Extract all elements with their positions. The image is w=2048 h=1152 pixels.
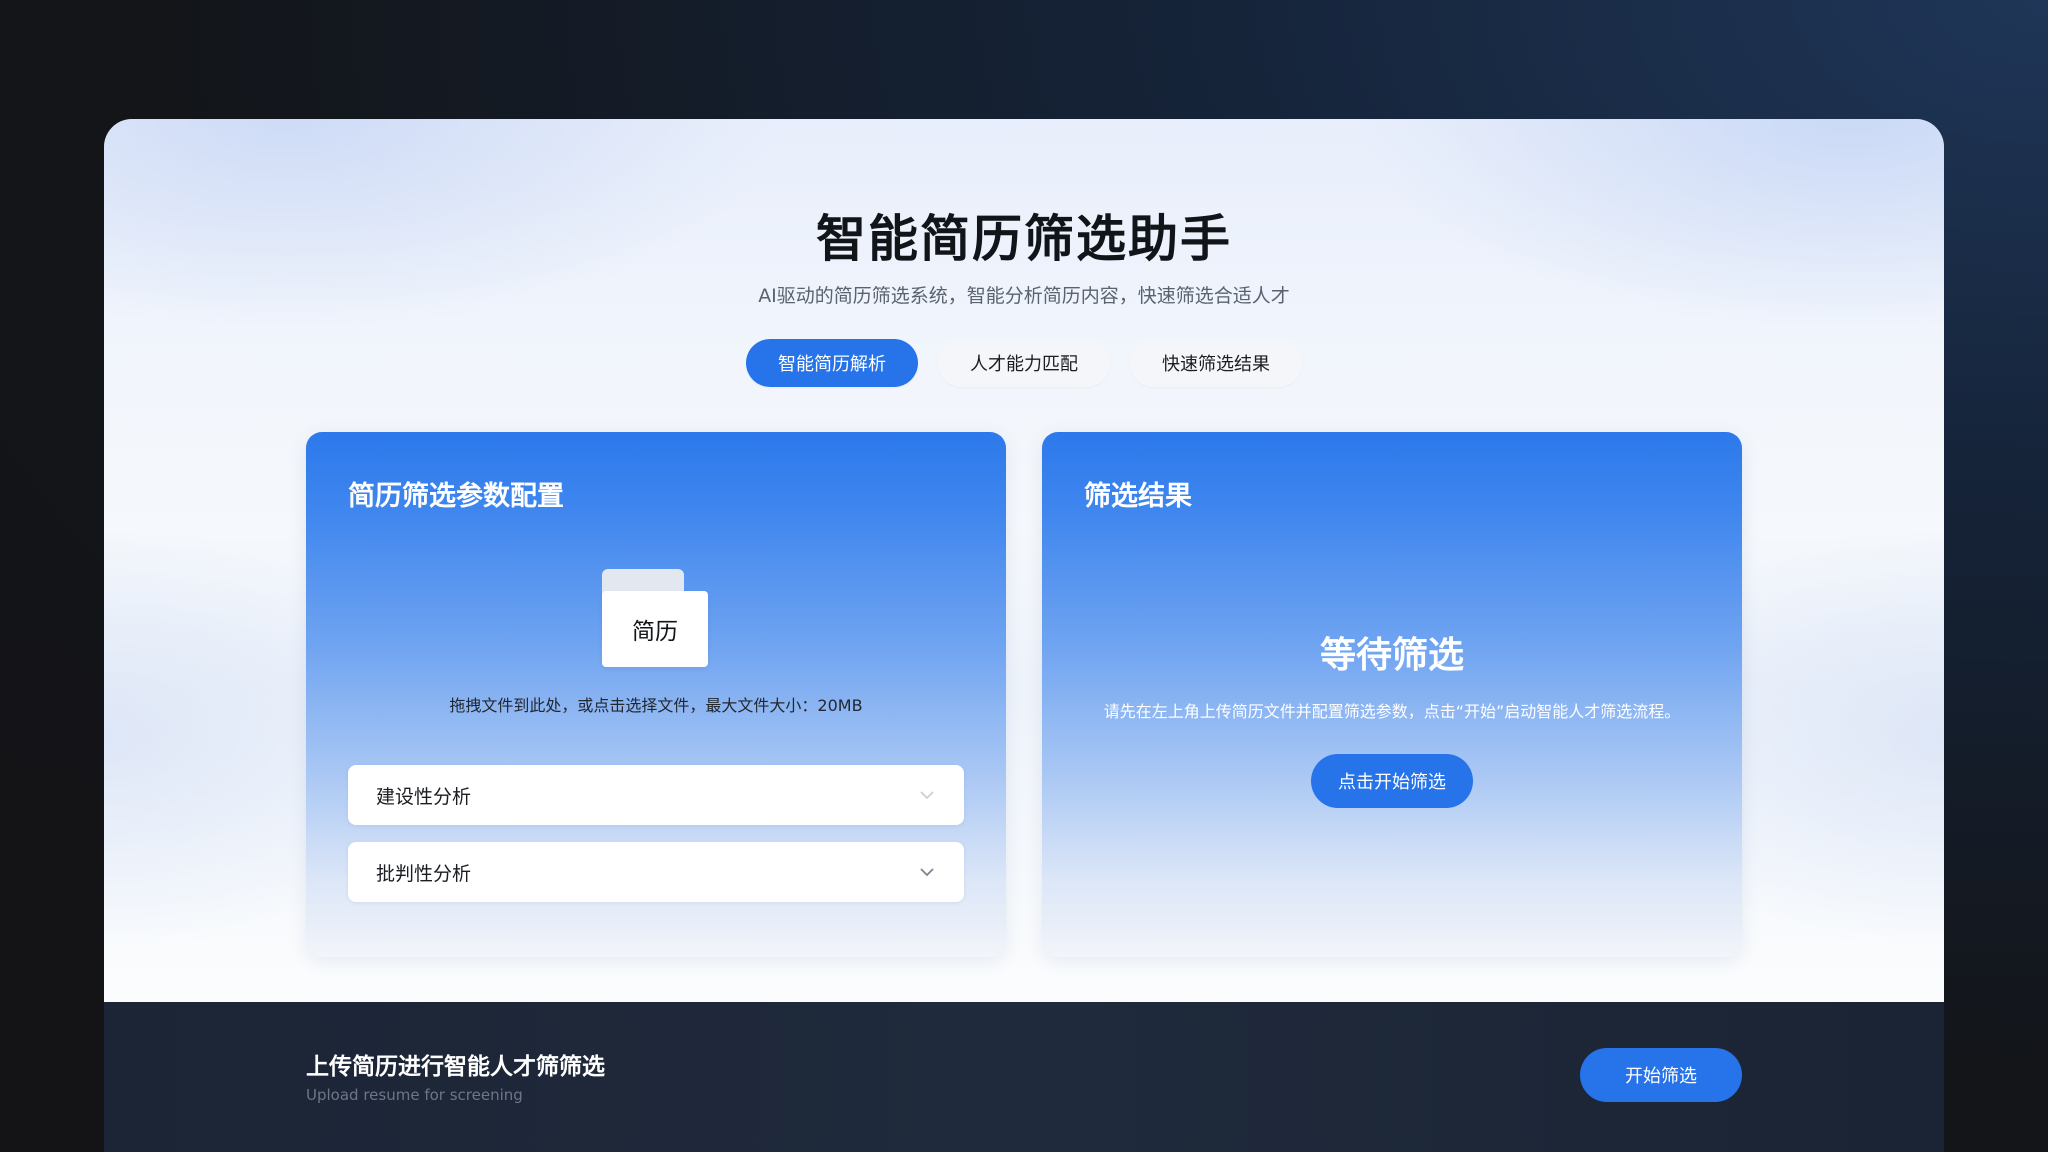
analysis-select-constructive[interactable]: 建设性分析 — [348, 765, 964, 825]
tab-quick-results[interactable]: 快速筛选结果 — [1130, 339, 1302, 387]
resume-file-icon[interactable]: 简历 — [602, 569, 708, 667]
result-panel-title: 筛选结果 — [1084, 481, 1192, 512]
result-panel: 筛选结果 等待筛选 请先在左上角上传简历文件并配置筛选参数，点击“开始”启动智能… — [1042, 432, 1742, 957]
config-panel: 简历筛选参数配置 简历 拖拽文件到此处，或点击选择文件，最大文件大小：20MB … — [306, 432, 1006, 957]
chevron-down-icon — [920, 791, 934, 800]
file-icon-label: 简历 — [602, 591, 708, 667]
chevron-down-icon — [920, 868, 934, 877]
start-screening-inline-button[interactable]: 点击开始筛选 — [1311, 754, 1473, 808]
page-subtitle: AI驱动的简历筛选系统，智能分析简历内容，快速筛选合适人才 — [758, 285, 1290, 307]
select-value: 建设性分析 — [376, 785, 472, 808]
footer-title: 上传简历进行智能人才筛筛选 — [306, 1054, 605, 1080]
tab-resume-parsing[interactable]: 智能简历解析 — [746, 339, 918, 387]
feature-tabs: 智能简历解析 人才能力匹配 快速筛选结果 — [104, 339, 1944, 387]
upload-drop-hint[interactable]: 拖拽文件到此处，或点击选择文件，最大文件大小：20MB — [306, 692, 1006, 716]
tab-talent-matching[interactable]: 人才能力匹配 — [938, 339, 1110, 387]
result-status: 等待筛选 — [1319, 635, 1464, 676]
config-panel-title: 简历筛选参数配置 — [348, 481, 564, 512]
page-title: 智能简历筛选助手 — [816, 210, 1232, 268]
select-value: 批判性分析 — [376, 862, 472, 885]
result-description: 请先在左上角上传简历文件并配置筛选参数，点击“开始”启动智能人才筛选流程。 — [1103, 702, 1681, 721]
footer-subtitle: Upload resume for screening — [306, 1086, 523, 1104]
footer-bar: 上传简历进行智能人才筛筛选 Upload resume for screenin… — [104, 1002, 1944, 1152]
analysis-select-critical[interactable]: 批判性分析 — [348, 842, 964, 902]
app-window: 智能简历筛选助手 AI驱动的简历筛选系统，智能分析简历内容，快速筛选合适人才 智… — [104, 119, 1944, 1152]
start-screening-button[interactable]: 开始筛选 — [1580, 1048, 1742, 1102]
